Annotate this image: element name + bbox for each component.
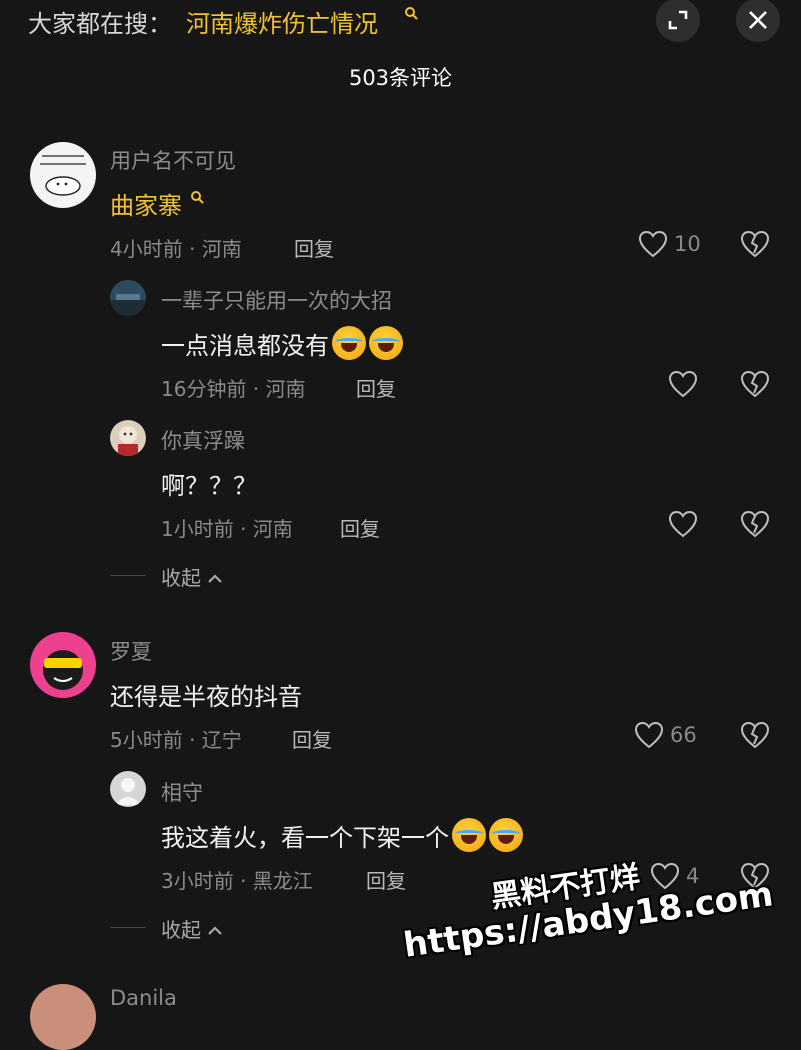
comment-username[interactable]: 罗夏 (110, 636, 152, 666)
search-icon (190, 191, 204, 204)
laughing-crying-emoji (489, 818, 523, 852)
comment-username[interactable]: Danila (110, 986, 177, 1010)
collapse-divider (110, 927, 146, 928)
comment-text: 一点消息都没有 (161, 326, 403, 361)
comment-meta: 3小时前 · 黑龙江 (161, 869, 313, 893)
comment-text: 曲家寨 (110, 186, 204, 221)
heart-icon (668, 370, 698, 398)
comment-username[interactable]: 用户名不可见 (110, 145, 236, 175)
collapse-replies-button[interactable]: 收起 (161, 914, 223, 943)
avatar[interactable] (30, 142, 96, 208)
broken-heart-icon (740, 230, 770, 258)
comment-meta: 16分钟前 · 河南 (161, 377, 306, 401)
reply-button[interactable]: 回复 (294, 233, 334, 262)
top-bar: 大家都在搜： 河南爆炸伤亡情况 (0, 0, 801, 42)
like-count: 10 (674, 232, 701, 256)
avatar[interactable] (110, 280, 146, 316)
reply-button[interactable]: 回复 (366, 865, 406, 894)
comment-meta: 4小时前 · 河南 (110, 237, 242, 261)
avatar[interactable] (110, 771, 146, 807)
comment-username[interactable]: 你真浮躁 (161, 425, 245, 455)
dislike-button[interactable] (740, 370, 770, 402)
dislike-button[interactable] (740, 721, 770, 753)
comment-username[interactable]: 相守 (161, 777, 203, 807)
expand-button[interactable] (656, 0, 700, 42)
like-button[interactable] (668, 370, 698, 398)
laughing-crying-emoji (332, 326, 366, 360)
dislike-button[interactable] (740, 510, 770, 542)
avatar[interactable] (110, 420, 146, 456)
close-button[interactable] (736, 0, 780, 42)
chevron-up-icon (208, 926, 223, 935)
search-prefix: 大家都在搜： (28, 10, 172, 38)
laughing-crying-emoji (369, 326, 403, 360)
broken-heart-icon (740, 721, 770, 749)
heart-icon (634, 721, 664, 749)
heart-icon (650, 862, 680, 890)
collapse-replies-button[interactable]: 收起 (161, 562, 223, 591)
chevron-up-icon (208, 574, 223, 583)
comment-text-content: 我这着火，看一个下架一个 (161, 824, 449, 852)
laughing-crying-emoji (452, 818, 486, 852)
comment-meta: 5小时前 · 辽宁 (110, 728, 242, 752)
like-button[interactable] (668, 510, 698, 538)
avatar[interactable] (30, 984, 96, 1050)
like-button[interactable]: 10 (638, 230, 701, 258)
expand-icon (668, 10, 688, 30)
collapse-divider (110, 575, 146, 576)
comment-meta: 1小时前 · 河南 (161, 517, 293, 541)
dislike-button[interactable] (740, 230, 770, 262)
comment-count: 503条评论 (348, 66, 453, 90)
reply-button[interactable]: 回复 (356, 373, 396, 402)
avatar[interactable] (30, 632, 96, 698)
like-button[interactable]: 66 (634, 721, 697, 749)
search-icon (404, 6, 418, 24)
heart-icon (668, 510, 698, 538)
reply-button[interactable]: 回复 (340, 513, 380, 542)
close-icon (749, 11, 767, 29)
comment-username[interactable]: 一辈子只能用一次的大招 (161, 285, 392, 315)
comment-text-content: 一点消息都没有 (161, 332, 329, 360)
search-query-link[interactable]: 河南爆炸伤亡情况 (186, 4, 378, 39)
search-keyword-link[interactable]: 曲家寨 (110, 192, 182, 220)
reply-button[interactable]: 回复 (292, 724, 332, 753)
heart-icon (638, 230, 668, 258)
comment-text: 啊？？？ (161, 472, 257, 500)
comment-text: 还得是半夜的抖音 (110, 683, 302, 711)
collapse-label: 收起 (161, 918, 201, 942)
like-count: 66 (670, 723, 697, 747)
collapse-label: 收起 (161, 566, 201, 590)
broken-heart-icon (740, 370, 770, 398)
comment-text: 我这着火，看一个下架一个 (161, 818, 523, 853)
broken-heart-icon (740, 510, 770, 538)
